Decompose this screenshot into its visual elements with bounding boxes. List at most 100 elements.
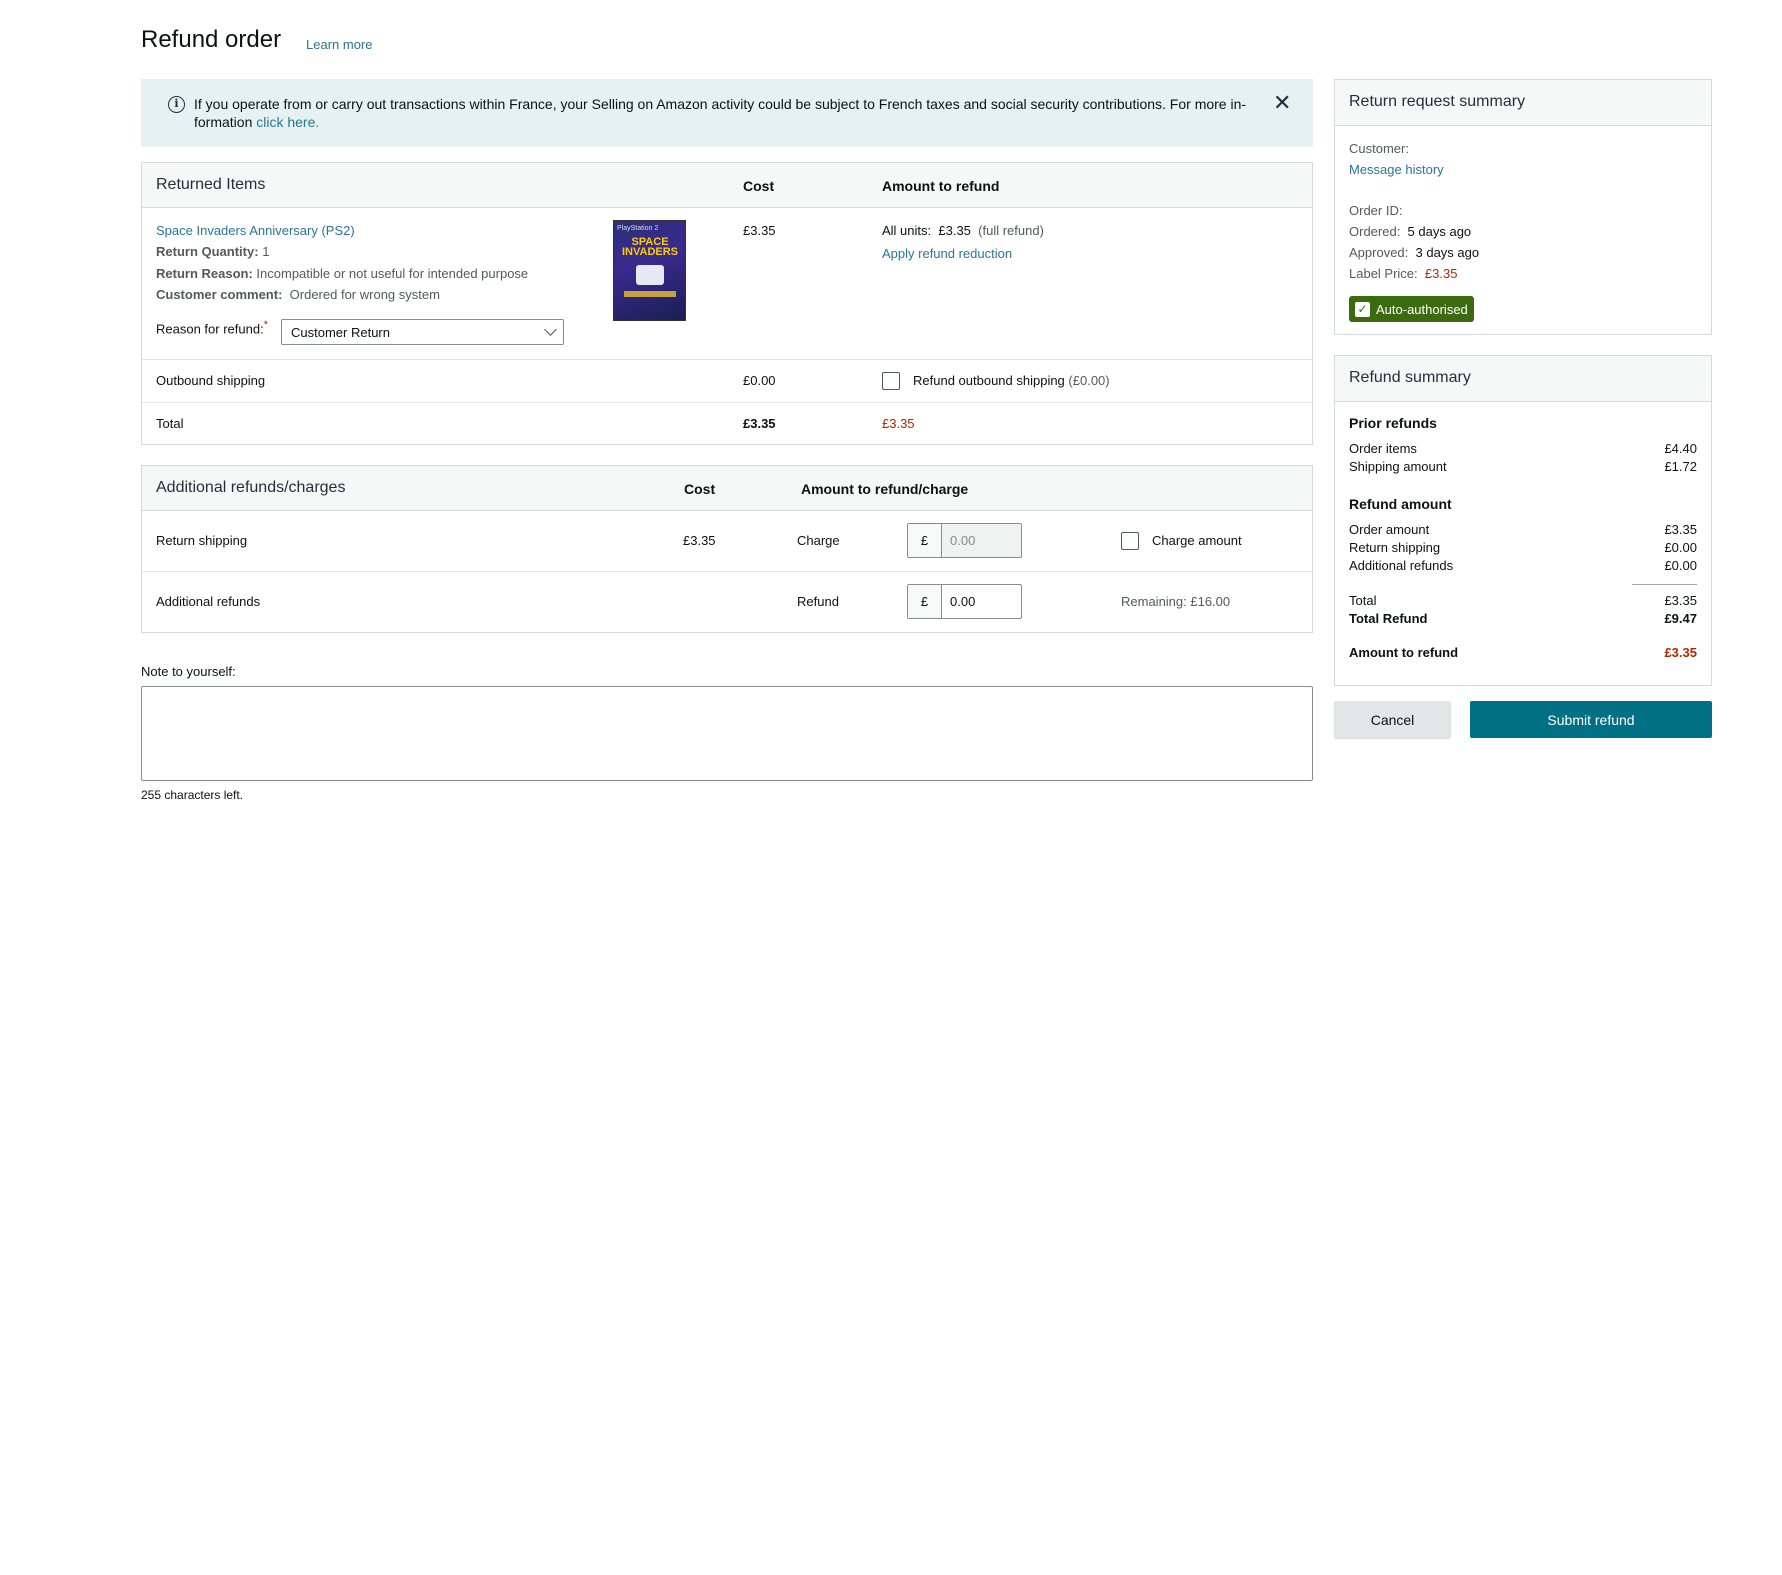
product-name-link[interactable]: Space Invaders Anniversary (PS2) bbox=[156, 223, 355, 238]
return-shipping-row: Return shipping £3.35 Charge £ 0.00 Char… bbox=[142, 511, 1312, 571]
refund-outbound-shipping-label: Refund outbound shipping bbox=[913, 373, 1065, 388]
charge-amount-label: Charge amount bbox=[1152, 533, 1242, 548]
col-cost-additional: Cost bbox=[684, 481, 716, 497]
refund-amount-input[interactable]: £ 0.00 bbox=[907, 584, 1022, 619]
summary-total-label: Total bbox=[1349, 593, 1377, 608]
col-amount-refund-charge: Amount to refund/charge bbox=[801, 481, 969, 497]
space-invader-graphic bbox=[636, 265, 664, 285]
auto-authorised-badge: ✓ Auto-authorised bbox=[1349, 296, 1474, 322]
full-refund-note: (full refund) bbox=[978, 223, 1044, 238]
outbound-shipping-label: Outbound shipping bbox=[156, 373, 266, 388]
product-image-title: SPACE INVADERS bbox=[621, 236, 679, 258]
reason-for-refund-value: Customer Return bbox=[291, 325, 390, 340]
total-label: Total bbox=[156, 416, 184, 431]
chevron-down-icon bbox=[544, 323, 557, 336]
product-image-stripe bbox=[624, 291, 676, 297]
order-amount-value: £3.35 bbox=[1664, 522, 1697, 537]
currency-symbol: £ bbox=[908, 585, 942, 618]
ordered: Ordered: 5 days ago bbox=[1349, 224, 1471, 239]
checkmark-icon: ✓ bbox=[1355, 301, 1370, 317]
charge-amount-value: 0.00 bbox=[942, 524, 1021, 557]
additional-refunds-title: Additional refunds/charges bbox=[156, 479, 346, 496]
summary-divider bbox=[1632, 584, 1697, 585]
auto-authorised-label: Auto-authorised bbox=[1376, 301, 1468, 317]
charge-amount-input[interactable]: £ 0.00 bbox=[907, 523, 1022, 558]
total-row: Total £3.35 £3.35 bbox=[142, 402, 1312, 445]
customer-comment: Customer comment: Ordered for wrong syst… bbox=[156, 287, 440, 302]
message-history-link[interactable]: Message history bbox=[1349, 162, 1444, 177]
label-price-label: Label Price: bbox=[1349, 266, 1418, 281]
return-summary-header: Return request summary bbox=[1335, 80, 1711, 126]
banner-message: If you operate from or carry out transac… bbox=[194, 96, 1247, 130]
total-refund-label: Total Refund bbox=[1349, 611, 1428, 626]
reason-for-refund-label: Reason for refund:* bbox=[156, 319, 268, 336]
required-mark: * bbox=[263, 319, 268, 331]
additional-refunds-summary-label: Additional refunds bbox=[1349, 558, 1454, 573]
note-label: Note to yourself: bbox=[141, 664, 236, 679]
refund-outbound-shipping-checkbox[interactable] bbox=[882, 372, 900, 390]
label-price-value: £3.35 bbox=[1424, 266, 1458, 281]
prior-refunds-heading: Prior refunds bbox=[1349, 415, 1437, 431]
all-units-value: £3.35 bbox=[938, 223, 971, 238]
refund-summary-header: Refund summary bbox=[1335, 356, 1711, 402]
product-image-platform: PlayStation 2 bbox=[617, 225, 659, 232]
returned-items-panel: Returned Items Cost Amount to refund Spa… bbox=[141, 162, 1313, 445]
additional-refunds-label: Additional refunds bbox=[156, 594, 261, 609]
reason-for-refund-select[interactable]: Customer Return bbox=[281, 319, 564, 345]
return-shipping-cost: £3.35 bbox=[683, 533, 716, 548]
return-reason-value: Incompatible or not useful for intended … bbox=[256, 266, 529, 281]
additional-refunds-row: Additional refunds Refund £ 0.00 Remaini… bbox=[142, 571, 1312, 632]
learn-more-link[interactable]: Learn more bbox=[306, 37, 372, 52]
refund-outbound-shipping: Refund outbound shipping (£0.00) bbox=[913, 373, 1110, 388]
return-quantity-value: 1 bbox=[262, 244, 270, 259]
additional-refunds-summary-value: £0.00 bbox=[1664, 558, 1697, 573]
cancel-button[interactable]: Cancel bbox=[1334, 701, 1451, 738]
apply-refund-reduction-link[interactable]: Apply refund reduction bbox=[882, 246, 1012, 261]
charge-label: Charge bbox=[797, 533, 840, 548]
return-reason-label: Return Reason: bbox=[156, 266, 253, 281]
customer-label: Customer: bbox=[1349, 141, 1409, 156]
shipping-amount-label: Shipping amount bbox=[1349, 459, 1447, 474]
customer-comment-label: Customer comment: bbox=[156, 287, 283, 302]
total-cost: £3.35 bbox=[743, 416, 776, 431]
close-icon[interactable]: ✕ bbox=[1273, 92, 1291, 114]
info-icon: i bbox=[168, 96, 185, 113]
customer-comment-value: Ordered for wrong system bbox=[289, 287, 440, 302]
approved-value: 3 days ago bbox=[1415, 245, 1480, 260]
ordered-label: Ordered: bbox=[1349, 224, 1401, 239]
return-quantity-label: Return Quantity: bbox=[156, 244, 259, 259]
order-items-label: Order items bbox=[1349, 441, 1417, 456]
return-reason: Return Reason: Incompatible or not usefu… bbox=[156, 266, 528, 281]
all-units: All units: £3.35 (full refund) bbox=[882, 223, 1044, 238]
reason-for-refund-text: Reason for refund: bbox=[156, 321, 264, 337]
amount-to-refund-value: £3.35 bbox=[1664, 645, 1697, 660]
additional-refunds-panel: Additional refunds/charges Cost Amount t… bbox=[141, 465, 1313, 633]
submit-refund-button[interactable]: Submit refund bbox=[1470, 701, 1712, 738]
return-shipping-label: Return shipping bbox=[156, 533, 248, 548]
refund-outbound-shipping-amount: (£0.00) bbox=[1068, 373, 1110, 388]
additional-refunds-header: Additional refunds/charges Cost Amount t… bbox=[142, 466, 1312, 511]
refund-summary: Refund summary Prior refunds Order items… bbox=[1334, 355, 1712, 686]
banner-click-here-link[interactable]: click here. bbox=[256, 114, 319, 130]
refund-summary-title: Refund summary bbox=[1349, 369, 1471, 386]
banner-text: If you operate from or carry out transac… bbox=[194, 95, 1254, 131]
label-price: Label Price: £3.35 bbox=[1349, 266, 1457, 281]
returned-items-header: Returned Items Cost Amount to refund bbox=[142, 163, 1312, 208]
page-title: Refund order bbox=[141, 26, 282, 53]
return-shipping-summary-label: Return shipping bbox=[1349, 540, 1441, 555]
summary-total-value: £3.35 bbox=[1664, 593, 1697, 608]
item-cost: £3.35 bbox=[743, 223, 776, 238]
order-id-label: Order ID: bbox=[1349, 203, 1403, 218]
outbound-shipping-row: Outbound shipping £0.00 Refund outbound … bbox=[142, 359, 1312, 402]
return-quantity: Return Quantity: 1 bbox=[156, 244, 269, 259]
product-image[interactable]: PlayStation 2 SPACE INVADERS bbox=[613, 220, 686, 321]
refund-amount-value: 0.00 bbox=[950, 594, 976, 609]
col-cost: Cost bbox=[743, 178, 775, 194]
refund-amount-heading: Refund amount bbox=[1349, 496, 1452, 512]
order-amount-label: Order amount bbox=[1349, 522, 1430, 537]
note-textarea[interactable] bbox=[141, 686, 1313, 781]
ordered-value: 5 days ago bbox=[1407, 224, 1472, 239]
total-refund-value: £9.47 bbox=[1664, 611, 1697, 626]
return-summary-title: Return request summary bbox=[1349, 93, 1526, 110]
charge-amount-checkbox[interactable] bbox=[1121, 532, 1139, 550]
